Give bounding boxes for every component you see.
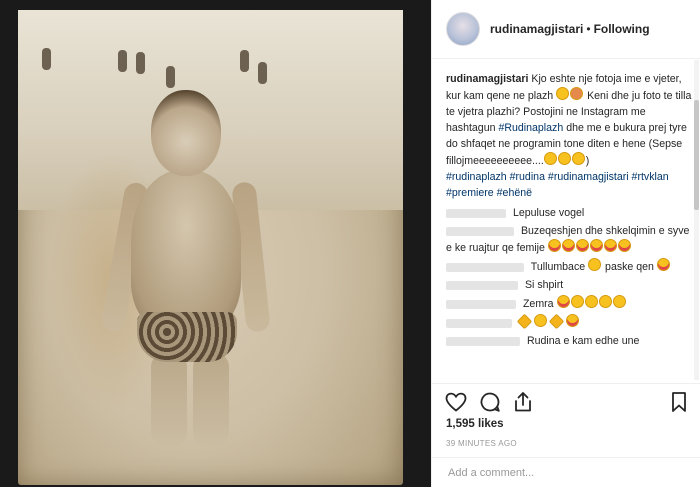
post-timestamp: 39 MINUTES AGO (446, 439, 517, 448)
grin-emoji-icon (598, 295, 612, 308)
child-figure (100, 90, 271, 450)
sparkle-emoji-icon (548, 313, 565, 330)
redacted-username (446, 226, 514, 236)
add-comment-bar (432, 457, 700, 488)
hashtag-link[interactable]: #rtvklan (632, 171, 669, 183)
fire-emoji-icon (570, 87, 584, 100)
background-person (136, 52, 145, 74)
post-sidebar: rudinamagjistari • Following rudinamagji… (431, 0, 700, 487)
comment-text: Si shpirt (524, 279, 564, 291)
post-photo-area[interactable] (0, 0, 431, 487)
grin-emoji-icon (584, 295, 598, 308)
sparkle-emoji-icon (516, 313, 533, 330)
heart-eyes-emoji-icon (561, 239, 575, 252)
comment-text: Tullumbace (530, 261, 586, 273)
share-icon[interactable] (511, 390, 535, 414)
background-person (166, 66, 175, 88)
scrollbar-thumb[interactable] (694, 100, 699, 210)
heart-eyes-emoji-icon (589, 239, 603, 252)
background-person (42, 48, 51, 70)
list-item: Buzeqeshjen dhe shkelqimin e syve e ke r… (446, 223, 692, 256)
heart-icon[interactable] (444, 390, 468, 414)
heart-eyes-emoji-icon (575, 239, 589, 252)
comment-text: Lepuluse vogel (512, 207, 585, 219)
redacted-username (446, 280, 518, 290)
hashtag-link[interactable]: #rudina (510, 171, 545, 183)
heart-eyes-emoji-icon (617, 239, 631, 252)
post-actions (432, 383, 700, 420)
list-item (446, 313, 692, 331)
grin-emoji-icon (543, 152, 557, 165)
grin-emoji-icon (570, 295, 584, 308)
caption-text: ) (585, 155, 590, 167)
hashtag-link[interactable]: #rudinamagjistari (548, 171, 629, 183)
list-item: Zemra (446, 295, 692, 312)
heart-eyes-emoji-icon (547, 239, 561, 252)
heart-eyes-emoji-icon (556, 295, 570, 308)
heart-eyes-emoji-icon (565, 314, 579, 327)
heart-eyes-emoji-icon (656, 258, 670, 271)
likes-count[interactable]: 1,595 likes (446, 418, 504, 430)
comment-text: Rudina e kam edhe une (526, 335, 640, 347)
post-header: rudinamagjistari • Following (432, 0, 700, 59)
grin-emoji-icon (571, 152, 585, 165)
list-item: Lepuluse vogel (446, 205, 692, 221)
post-username[interactable]: rudinamagjistari (490, 22, 583, 36)
comments-list[interactable]: rudinamagjistari Kjo eshte nje fotoja im… (432, 59, 692, 381)
redacted-username (446, 262, 524, 272)
following-button[interactable]: Following (594, 22, 650, 36)
background-person (118, 50, 127, 72)
comment-icon[interactable] (478, 390, 502, 414)
hashtag-link[interactable]: #rudinaplazh (446, 171, 507, 183)
background-person (258, 62, 267, 84)
comments-scrollbar[interactable] (694, 60, 699, 380)
comment-text: paske qen (605, 261, 654, 273)
post-caption: rudinamagjistari Kjo eshte nje fotoja im… (446, 71, 692, 201)
grin-emoji-icon (557, 152, 571, 165)
list-item: Si shpirt (446, 277, 692, 293)
redacted-username (446, 336, 520, 346)
grin-emoji-icon (612, 295, 626, 308)
avatar[interactable] (446, 12, 480, 46)
hashtag-link[interactable]: #premiere (446, 187, 494, 199)
old-beach-photo (18, 10, 403, 485)
smile-emoji-icon (556, 87, 570, 100)
comment-input[interactable] (446, 466, 680, 480)
comment-text: Zemra (522, 298, 554, 310)
redacted-username (446, 299, 516, 309)
list-item: Tullumbace paske qen (446, 258, 692, 275)
header-separator: • (586, 22, 591, 36)
redacted-username (446, 318, 512, 328)
laugh-emoji-icon (588, 258, 602, 271)
caption-author[interactable]: rudinamagjistari (446, 73, 528, 85)
heart-eyes-emoji-icon (603, 239, 617, 252)
bookmark-icon[interactable] (667, 390, 691, 414)
list-item: Rudina e kam edhe une (446, 333, 692, 349)
grin-emoji-icon (533, 314, 547, 327)
hashtag-link[interactable]: #Rudinaplazh (498, 122, 563, 134)
hashtag-link[interactable]: #ehënë (497, 187, 532, 199)
background-person (240, 50, 249, 72)
redacted-username (446, 208, 506, 218)
